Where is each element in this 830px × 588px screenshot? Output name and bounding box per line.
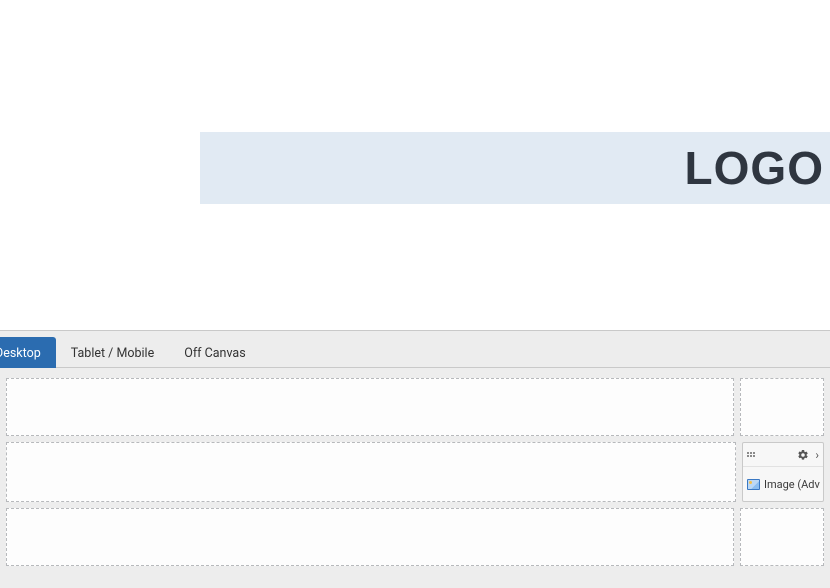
dropzone-main-left[interactable] xyxy=(6,442,736,502)
header-row-bottom xyxy=(0,508,830,566)
logo-banner: LOGO xyxy=(200,132,830,204)
header-builder: Desktop Tablet / Mobile Off Canvas xyxy=(0,330,830,588)
tab-off-canvas[interactable]: Off Canvas xyxy=(169,337,260,368)
image-icon xyxy=(747,479,760,490)
dropzone-main-right[interactable]: › Image (Adv xyxy=(742,442,824,502)
header-preview: LOGO xyxy=(0,0,830,330)
device-tabs: Desktop Tablet / Mobile Off Canvas xyxy=(0,331,830,368)
element-body: Image (Adv xyxy=(743,467,823,501)
dropzone-top-right[interactable] xyxy=(740,378,824,436)
tab-desktop[interactable]: Desktop xyxy=(0,337,56,368)
element-image-advanced[interactable]: › Image (Adv xyxy=(742,442,824,502)
element-actions: › xyxy=(797,449,819,461)
dropzone-bottom-left[interactable] xyxy=(6,508,734,566)
logo-text: LOGO xyxy=(685,141,824,195)
tab-tablet-mobile[interactable]: Tablet / Mobile xyxy=(56,337,169,368)
dropzone-top-left[interactable] xyxy=(6,378,734,436)
dropzone-bottom-right[interactable] xyxy=(740,508,824,566)
element-label: Image (Adv xyxy=(764,478,820,491)
app-root: LOGO Desktop Tablet / Mobile Off Canvas xyxy=(0,0,830,588)
layout-rows: › Image (Adv xyxy=(0,368,830,566)
drag-handle-icon[interactable] xyxy=(747,452,755,457)
gear-icon[interactable] xyxy=(797,449,809,461)
chevron-right-icon[interactable]: › xyxy=(813,449,819,461)
header-row-top xyxy=(0,378,830,436)
element-header: › xyxy=(743,443,823,467)
header-row-main: › Image (Adv xyxy=(0,442,830,502)
